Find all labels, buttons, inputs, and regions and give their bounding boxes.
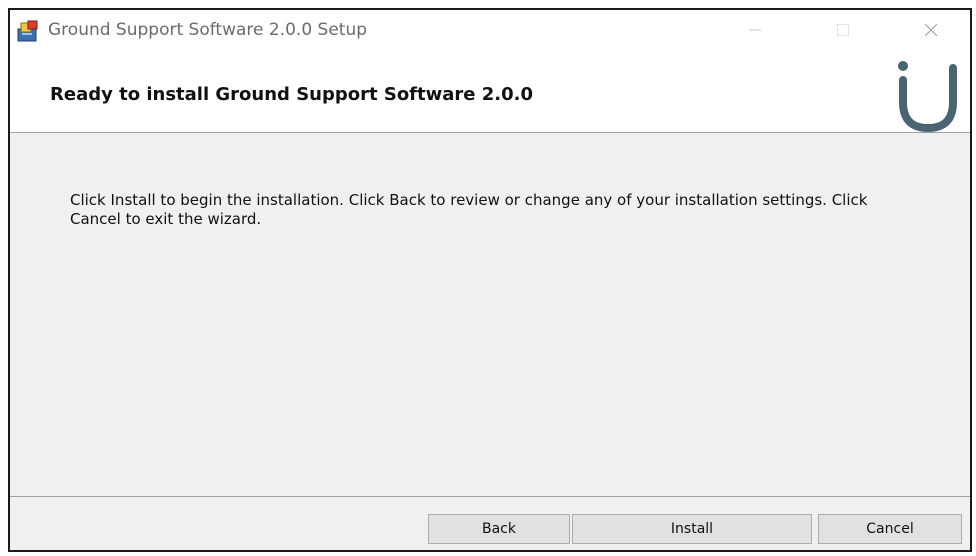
minimize-icon (749, 29, 761, 31)
maximize-button[interactable] (820, 10, 866, 50)
setup-window: Ground Support Software 2.0.0 Setup Read… (8, 8, 972, 552)
install-instructions: Click Install to begin the installation.… (70, 191, 868, 228)
wizard-body: Click Install to begin the installation.… (10, 133, 970, 485)
page-title: Ready to install Ground Support Software… (50, 84, 533, 105)
wizard-header: Ready to install Ground Support Software… (10, 50, 970, 133)
u-logo-icon (888, 54, 968, 134)
back-button[interactable]: Back (428, 514, 570, 544)
close-icon (924, 23, 938, 37)
install-button[interactable]: Install (572, 514, 812, 544)
cancel-button[interactable]: Cancel (818, 514, 962, 544)
title-bar[interactable]: Ground Support Software 2.0.0 Setup (10, 10, 970, 50)
footer-divider (10, 496, 970, 497)
installer-app-icon (16, 20, 40, 42)
minimize-button[interactable] (732, 10, 778, 50)
window-title: Ground Support Software 2.0.0 Setup (48, 20, 368, 40)
maximize-icon (837, 24, 849, 36)
close-button[interactable] (908, 10, 954, 50)
